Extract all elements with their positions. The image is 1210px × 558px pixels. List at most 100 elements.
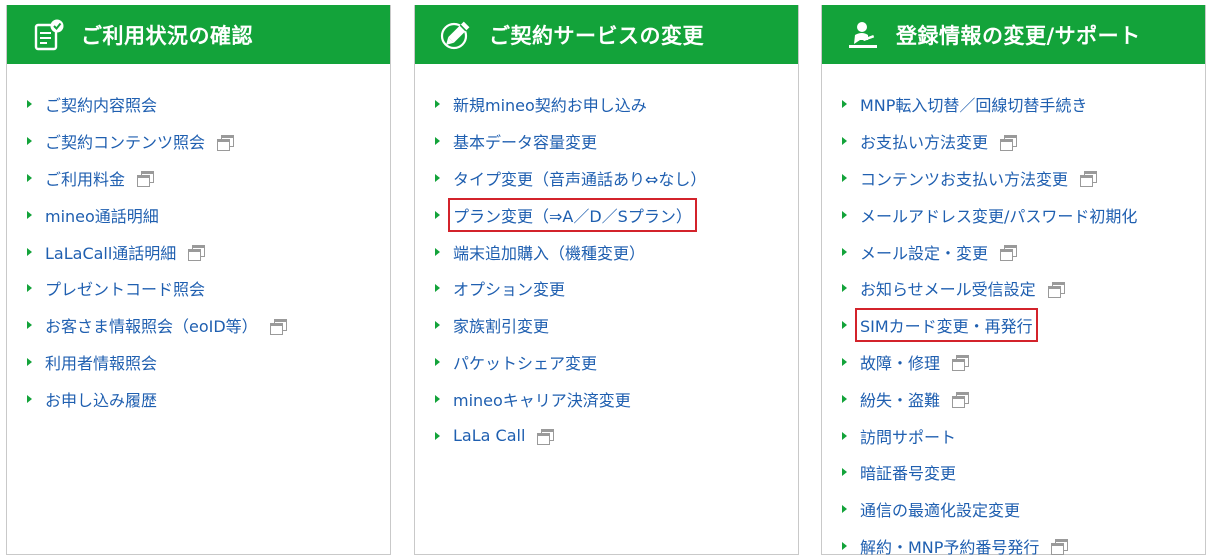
menu-item-label[interactable]: SIMカード変更・再発行 xyxy=(855,308,1038,343)
menu-item-label[interactable]: 新規mineo契約お申し込み xyxy=(453,92,647,116)
menu-item-label[interactable]: 解約・MNP予約番号発行 xyxy=(860,534,1039,558)
menu-item-label[interactable]: 端末追加購入（機種変更） xyxy=(453,240,645,264)
pencil-icon xyxy=(439,18,473,52)
external-window-icon xyxy=(537,429,555,446)
menu-item-label[interactable]: お申し込み履歴 xyxy=(45,387,157,411)
external-window-icon xyxy=(952,355,970,372)
bullet-icon xyxy=(842,100,847,109)
menu-item-packet-share[interactable]: パケットシェア変更 xyxy=(415,344,798,381)
menu-item-label[interactable]: mineo通話明細 xyxy=(45,203,159,227)
menu-item-device-purchase[interactable]: 端末追加購入（機種変更） xyxy=(415,233,798,270)
menu-item-label[interactable]: 通信の最適化設定変更 xyxy=(860,497,1020,521)
menu-item-label[interactable]: プラン変更（⇒A／D／Sプラン） xyxy=(448,197,697,232)
bullet-icon xyxy=(842,357,847,366)
menu-item-option-change[interactable]: オプション変更 xyxy=(415,270,798,307)
bullet-icon xyxy=(842,431,847,440)
menu-item-visit-support[interactable]: 訪問サポート xyxy=(822,417,1205,454)
menu-item-customer-info[interactable]: お客さま情報照会（eoID等） xyxy=(7,307,390,344)
menu-item-label[interactable]: 紛失・盗難 xyxy=(860,387,940,411)
menu-item-mail-address[interactable]: メールアドレス変更/パスワード初期化 xyxy=(822,196,1205,233)
menu-item-present-code[interactable]: プレゼントコード照会 xyxy=(7,270,390,307)
menu-item-label[interactable]: コンテンツお支払い方法変更 xyxy=(860,166,1068,190)
bullet-icon xyxy=(435,247,440,256)
menu-list: MNP転入切替／回線切替手続き お支払い方法変更 コンテンツお支払い方法変更 メ… xyxy=(822,64,1205,558)
menu-item-label[interactable]: 家族割引変更 xyxy=(453,313,549,337)
registration-support-panel: 登録情報の変更/サポート MNP転入切替／回線切替手続き お支払い方法変更 コン… xyxy=(821,5,1206,558)
external-window-icon xyxy=(137,171,155,188)
menu-item-lalacall[interactable]: LaLa Call xyxy=(415,417,798,454)
menu-item-notification-mail[interactable]: お知らせメール受信設定 xyxy=(822,270,1205,307)
menu-item-label[interactable]: 故障・修理 xyxy=(860,350,940,374)
menu-item-cancel-mnp[interactable]: 解約・MNP予約番号発行 xyxy=(822,528,1205,558)
external-window-icon xyxy=(1000,134,1018,151)
menu-item-application-history[interactable]: お申し込み履歴 xyxy=(7,380,390,417)
bullet-icon xyxy=(27,137,32,146)
menu-item-label[interactable]: タイプ変更（音声通話あり⇔なし） xyxy=(453,166,706,190)
clipboard-check-icon xyxy=(31,18,65,52)
menu-item-family-discount[interactable]: 家族割引変更 xyxy=(415,307,798,344)
menu-item-label[interactable]: 基本データ容量変更 xyxy=(453,129,597,153)
menu-list: ご契約内容照会 ご契約コンテンツ照会 ご利用料金 mineo通話明細 LaLaC… xyxy=(7,64,390,417)
menu-item-label[interactable]: ご契約内容照会 xyxy=(45,92,157,116)
menu-item-sim-card[interactable]: SIMカード変更・再発行 xyxy=(822,307,1205,344)
bullet-icon xyxy=(27,247,32,256)
bullet-icon xyxy=(435,137,440,146)
menu-item-label[interactable]: ご契約コンテンツ照会 xyxy=(45,129,205,153)
menu-item-label[interactable]: お知らせメール受信設定 xyxy=(860,276,1036,300)
menu-item-label[interactable]: 利用者情報照会 xyxy=(45,350,157,374)
bullet-icon xyxy=(27,173,32,182)
bullet-icon xyxy=(27,210,32,219)
menu-item-mnp-switch[interactable]: MNP転入切替／回線切替手続き xyxy=(822,86,1205,123)
usage-status-panel: ご利用状況の確認 ご契約内容照会 ご契約コンテンツ照会 ご利用料金 mineo通… xyxy=(6,5,391,555)
menu-item-label[interactable]: パケットシェア変更 xyxy=(453,350,597,374)
menu-item-type-change[interactable]: タイプ変更（音声通話あり⇔なし） xyxy=(415,160,798,197)
panel-title: ご利用状況の確認 xyxy=(81,23,253,48)
menu-item-label[interactable]: オプション変更 xyxy=(453,276,565,300)
menu-item-payment-method[interactable]: お支払い方法変更 xyxy=(822,123,1205,160)
menu-item-repair[interactable]: 故障・修理 xyxy=(822,344,1205,381)
menu-item-label[interactable]: LaLa Call xyxy=(453,426,525,445)
menu-item-contract-contents[interactable]: ご契約コンテンツ照会 xyxy=(7,123,390,160)
external-window-icon xyxy=(1047,281,1065,298)
panel-header: ご利用状況の確認 xyxy=(7,5,390,64)
external-window-icon xyxy=(952,392,970,409)
panel-title: 登録情報の変更/サポート xyxy=(896,23,1141,48)
menu-item-lalacall-details[interactable]: LaLaCall通話明細 xyxy=(7,233,390,270)
menu-item-label[interactable]: LaLaCall通話明細 xyxy=(45,240,176,264)
menu-item-label[interactable]: 暗証番号変更 xyxy=(860,460,956,484)
bullet-icon xyxy=(435,210,440,219)
external-window-icon xyxy=(188,245,206,262)
menu-item-loss-theft[interactable]: 紛失・盗難 xyxy=(822,380,1205,417)
menu-item-label[interactable]: メール設定・変更 xyxy=(860,240,988,264)
menu-item-label[interactable]: 訪問サポート xyxy=(860,424,956,448)
menu-item-label[interactable]: メールアドレス変更/パスワード初期化 xyxy=(860,203,1137,227)
bullet-icon xyxy=(842,247,847,256)
menu-item-label[interactable]: mineoキャリア決済変更 xyxy=(453,387,631,411)
bullet-icon xyxy=(842,284,847,293)
menu-item-usage-fee[interactable]: ご利用料金 xyxy=(7,160,390,197)
bullet-icon xyxy=(842,468,847,477)
menu-item-label[interactable]: お客さま情報照会（eoID等） xyxy=(45,313,258,337)
menu-item-pin-change[interactable]: 暗証番号変更 xyxy=(822,454,1205,491)
bullet-icon xyxy=(435,321,440,330)
menu-item-carrier-payment[interactable]: mineoキャリア決済変更 xyxy=(415,380,798,417)
menu-item-label[interactable]: お支払い方法変更 xyxy=(860,129,988,153)
menu-item-contents-payment[interactable]: コンテンツお支払い方法変更 xyxy=(822,160,1205,197)
menu-item-contract-info[interactable]: ご契約内容照会 xyxy=(7,86,390,123)
menu-item-mineo-call-details[interactable]: mineo通話明細 xyxy=(7,196,390,233)
menu-item-label[interactable]: プレゼントコード照会 xyxy=(45,276,205,300)
menu-item-plan-change[interactable]: プラン変更（⇒A／D／Sプラン） xyxy=(415,196,798,233)
menu-item-mail-settings[interactable]: メール設定・変更 xyxy=(822,233,1205,270)
contract-change-panel: ご契約サービスの変更 新規mineo契約お申し込み 基本データ容量変更 タイプ変… xyxy=(414,5,799,555)
bullet-icon xyxy=(842,541,847,550)
panel-title: ご契約サービスの変更 xyxy=(489,23,704,48)
external-window-icon xyxy=(217,134,235,151)
menu-item-data-capacity[interactable]: 基本データ容量変更 xyxy=(415,123,798,160)
bullet-icon xyxy=(27,284,32,293)
menu-item-new-contract[interactable]: 新規mineo契約お申し込み xyxy=(415,86,798,123)
menu-item-label[interactable]: MNP転入切替／回線切替手続き xyxy=(860,92,1087,116)
menu-item-user-info[interactable]: 利用者情報照会 xyxy=(7,344,390,381)
menu-item-optimization[interactable]: 通信の最適化設定変更 xyxy=(822,491,1205,528)
menu-item-label[interactable]: ご利用料金 xyxy=(45,166,125,190)
bullet-icon xyxy=(435,100,440,109)
